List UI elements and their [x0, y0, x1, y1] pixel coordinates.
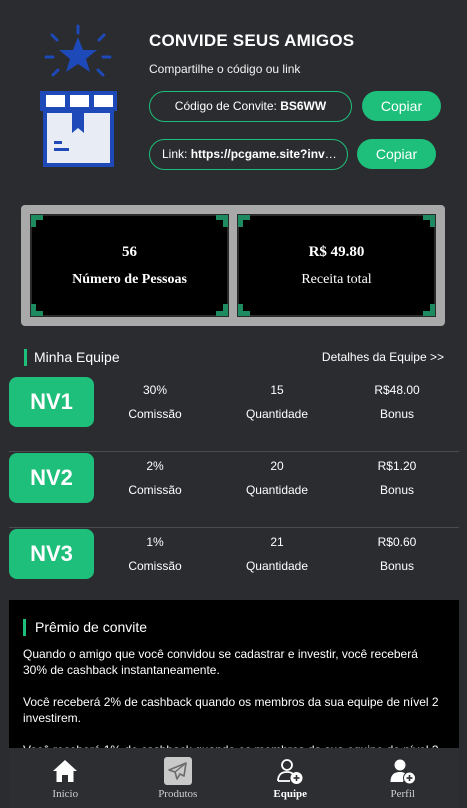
bonus-cell: R$0.60 Bonus [342, 535, 452, 573]
bonus-value: R$0.60 [377, 535, 417, 549]
commission-label: Comissão [128, 483, 182, 497]
invite-title: CONVIDE SEUS AMIGOS [149, 31, 355, 50]
add-user-outline-icon [277, 759, 303, 784]
reward-paragraph: Quando o amigo que você convidou se cada… [23, 647, 418, 677]
commission-value: 2% [146, 459, 164, 473]
bonus-label: Bonus [379, 559, 415, 573]
quantity-value: 20 [270, 459, 284, 473]
bonus-value: R$48.00 [374, 383, 420, 397]
people-count-label: Número de Pessoas [72, 272, 187, 287]
quantity-value: 15 [270, 383, 284, 397]
people-count-value: 56 [122, 244, 137, 260]
quantity-label: Quantidade [245, 559, 309, 573]
bonus-cell: R$48.00 Bonus [342, 383, 452, 421]
team-details-link[interactable]: Detalhes da Equipe >> [322, 350, 444, 364]
quantity-label: Quantidade [245, 483, 309, 497]
nav-item-products[interactable]: Produtos [122, 748, 235, 808]
stats-panel: 56 Número de Pessoas R$ 49.80 Receita to… [21, 205, 445, 326]
bottom-nav: Início Produtos Equipe Perfil [9, 748, 459, 808]
paper-plane-icon [163, 757, 192, 785]
bonus-label: Bonus [379, 407, 415, 421]
copy-code-button[interactable]: Copiar [362, 91, 441, 121]
invite-code-label: Código de Convite: [174, 99, 277, 113]
commission-cell: 2% Comissão [100, 459, 210, 497]
invite-link-value: https://pcgame.site?invi... [190, 147, 339, 161]
commission-cell: 30% Comissão [100, 383, 210, 421]
bonus-cell: R$1.20 Bonus [342, 459, 452, 497]
quantity-cell: 15 Quantidade [222, 383, 332, 421]
commission-cell: 1% Comissão [100, 535, 210, 573]
quantity-label: Quantidade [245, 407, 309, 421]
nav-item-home[interactable]: Início [9, 748, 122, 808]
nav-item-team[interactable]: Equipe [234, 748, 347, 808]
nav-label: Perfil [390, 788, 415, 800]
bonus-value: R$1.20 [377, 459, 417, 473]
invite-subtitle: Compartilhe o código ou link [149, 62, 301, 76]
invite-link-label: Link: [162, 147, 188, 161]
level-badge[interactable]: NV3 [9, 529, 94, 579]
reward-paragraph: Você receberá 2% de cashback quando os m… [23, 695, 439, 725]
total-revenue-label: Receita total [301, 272, 372, 287]
home-icon [53, 760, 78, 782]
quantity-cell: 20 Quantidade [222, 459, 332, 497]
nav-item-profile[interactable]: Perfil [347, 748, 460, 808]
level-row-nv3: NV3 1% Comissão 21 Quantidade R$0.60 Bon… [9, 528, 459, 604]
quantity-value: 21 [270, 535, 284, 549]
commission-label: Comissão [128, 559, 182, 573]
bonus-label: Bonus [379, 483, 415, 497]
commission-value: 30% [142, 383, 168, 397]
my-team-heading: Minha Equipe [24, 349, 120, 366]
invite-link-field: Link: https://pcgame.site?invi... [149, 139, 348, 170]
invite-reward-panel[interactable]: Prêmio de convite Quando o amigo que voc… [9, 600, 459, 750]
invite-code-field: Código de Convite: BS6WW [149, 91, 352, 122]
nav-label: Produtos [158, 788, 198, 800]
people-count-card: 56 Número de Pessoas [30, 214, 229, 317]
reward-title: Prêmio de convite [23, 619, 444, 636]
level-row-nv2: NV2 2% Comissão 20 Quantidade R$1.20 Bon… [9, 452, 459, 528]
level-badge[interactable]: NV1 [9, 377, 94, 427]
commission-label: Comissão [128, 407, 182, 421]
total-revenue-value: R$ 49.80 [308, 244, 365, 260]
quantity-cell: 21 Quantidade [222, 535, 332, 573]
level-badge[interactable]: NV2 [9, 453, 94, 503]
add-user-solid-icon [390, 759, 416, 785]
nav-label: Equipe [273, 788, 308, 800]
invite-code-value: BS6WW [280, 99, 327, 113]
copy-link-button[interactable]: Copiar [357, 139, 436, 169]
total-revenue-card: R$ 49.80 Receita total [237, 214, 436, 317]
nav-label: Início [52, 788, 79, 800]
gift-box-icon [40, 24, 117, 167]
invite-page: CONVIDE SEUS AMIGOS Compartilhe o código… [0, 0, 467, 808]
level-row-nv1: NV1 30% Comissão 15 Quantidade R$48.00 B… [9, 376, 459, 452]
commission-value: 1% [146, 535, 164, 549]
